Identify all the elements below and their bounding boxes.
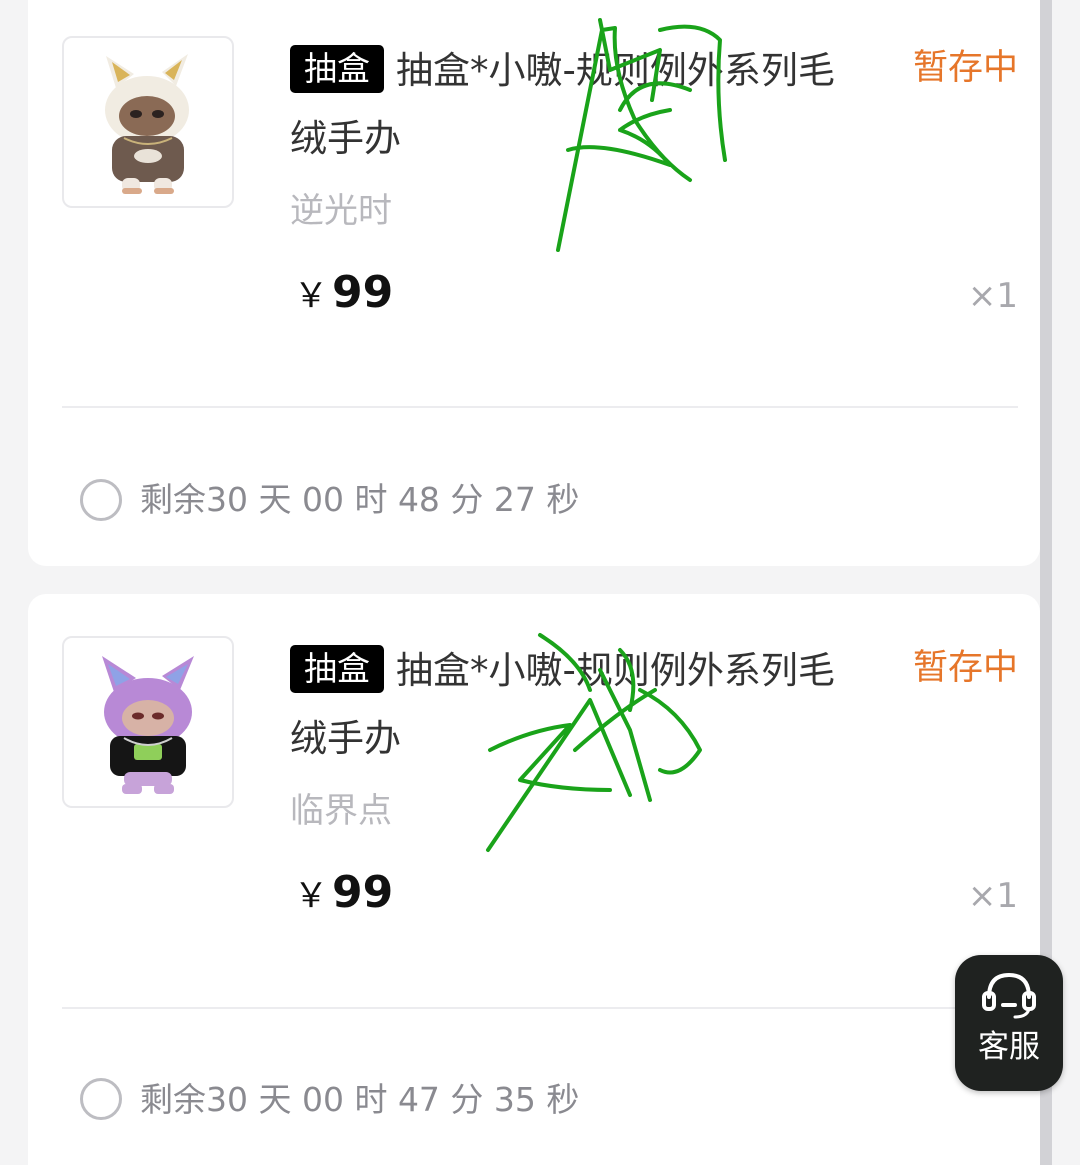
product-title[interactable]: 抽盒 抽盒*小嗷-规则例外系列毛绒手办 (290, 637, 870, 773)
customer-service-label: 客服 (978, 1029, 1040, 1065)
plush-figure-image (102, 656, 194, 794)
status-badge: 暂存中 (912, 648, 1018, 688)
price-amount: 99 (332, 867, 394, 918)
countdown-text: 剩余30 天 00 时 47 分 35 秒 (140, 1080, 580, 1119)
product-title[interactable]: 抽盒 抽盒*小嗷-规则例外系列毛绒手办 (290, 37, 870, 173)
status-badge: 暂存中 (912, 48, 1018, 88)
price-amount: 99 (332, 267, 394, 318)
quantity: ×1 (967, 276, 1018, 316)
price: ￥99 (294, 268, 393, 327)
currency-symbol: ￥ (294, 276, 328, 316)
countdown-text: 剩余30 天 00 时 48 分 27 秒 (140, 480, 580, 519)
divider (62, 1007, 1018, 1009)
select-radio[interactable] (80, 479, 122, 521)
currency-symbol: ￥ (294, 876, 328, 916)
quantity: ×1 (967, 876, 1018, 916)
order-card[interactable]: 抽盒 抽盒*小嗷-规则例外系列毛绒手办 暂存中 逆光时 ￥99 ×1 剩余30 天… (28, 0, 1040, 566)
product-thumbnail[interactable] (62, 636, 234, 808)
customer-service-button[interactable]: 客服 (955, 955, 1063, 1091)
blind-box-tag: 抽盒 (290, 45, 384, 93)
order-card[interactable]: 抽盒 抽盒*小嗷-规则例外系列毛绒手办 暂存中 临界点 ￥99 ×1 剩余30 天… (28, 594, 1040, 1165)
product-thumbnail[interactable] (62, 36, 234, 208)
select-radio[interactable] (80, 1078, 122, 1120)
variant-label: 临界点 (290, 791, 392, 831)
variant-label: 逆光时 (290, 191, 392, 231)
order-list-page: 抽盒 抽盒*小嗷-规则例外系列毛绒手办 暂存中 逆光时 ￥99 ×1 剩余30 天… (0, 0, 1080, 1165)
blind-box-tag: 抽盒 (290, 645, 384, 693)
price: ￥99 (294, 868, 393, 927)
plush-figure-image (105, 54, 189, 194)
divider (62, 406, 1018, 408)
headset-icon (982, 972, 1036, 1019)
